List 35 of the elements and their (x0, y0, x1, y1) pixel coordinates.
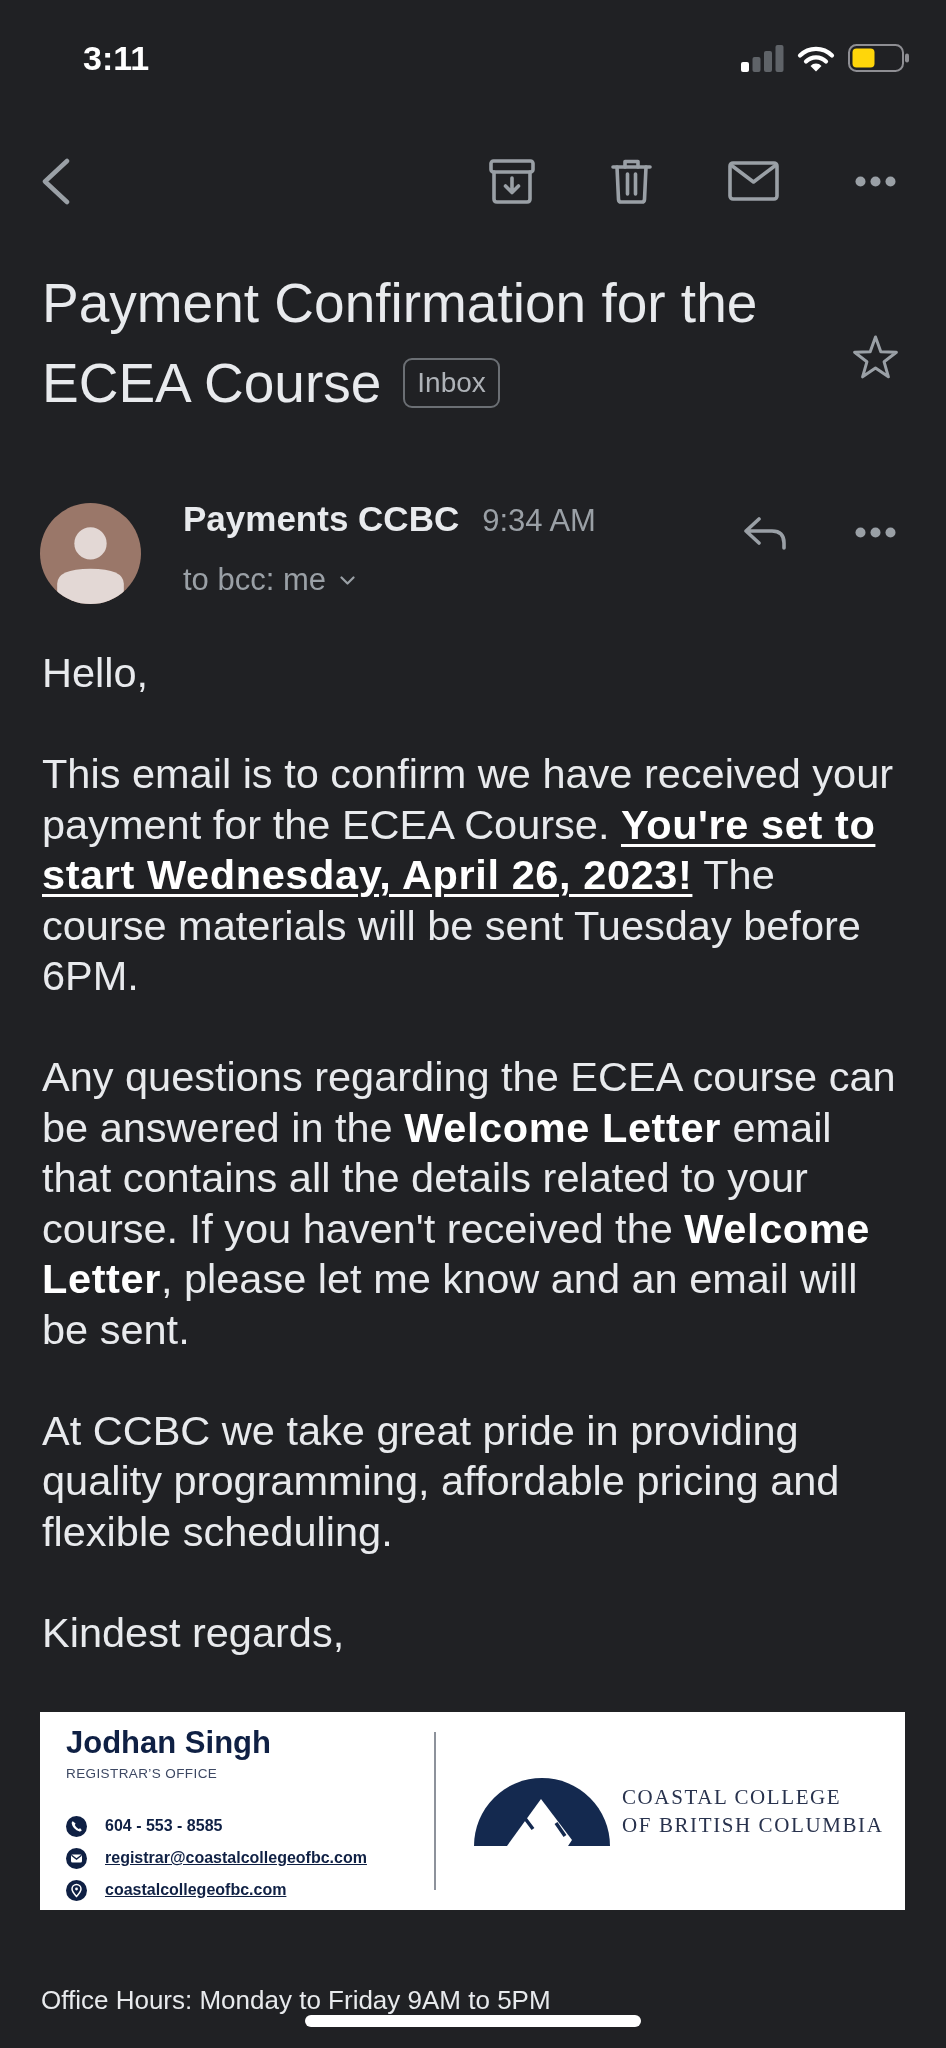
college-name: COASTAL COLLEGE OF BRITISH COLUMBIA (622, 1784, 884, 1839)
website-address: coastalcollegeofbc.com (105, 1880, 287, 1900)
back-icon[interactable] (41, 157, 70, 205)
status-time: 3:11 (83, 38, 150, 78)
signal-icon (741, 44, 784, 72)
body-text: This email is to confirm we have received your payment for the ECEA Course. You're set to start Wednesday, April 26, 2023! The course materials will be sent Tuesday before 6PM. (42, 749, 895, 1001)
email-subject: ECEA Course (42, 351, 382, 416)
wifi-icon (797, 44, 835, 72)
office-hours-text: Office Hours: Monday to Friday 9AM to 5PM (41, 1985, 551, 2015)
email-address: registrar@coastalcollegeofbc.com (105, 1848, 367, 1868)
phone-icon (66, 1815, 87, 1837)
body-text: Kindest regards, (42, 1607, 346, 1658)
office-title: REGISTRAR’S OFFICE (66, 1766, 218, 1782)
envelope-icon (66, 1847, 87, 1869)
battery-icon (848, 44, 910, 72)
more-icon[interactable] (855, 527, 896, 538)
sent-time: 9:34 AM (482, 502, 596, 540)
phone-number: 604 - 553 - 8585 (105, 1816, 223, 1836)
archive-icon[interactable] (489, 158, 535, 204)
more-icon[interactable] (855, 175, 896, 187)
location-pin-icon (66, 1879, 87, 1901)
star-icon[interactable] (851, 334, 900, 380)
inbox-label: Inbox (403, 358, 500, 408)
sender-name: Payments CCBC (183, 499, 460, 539)
reply-icon[interactable] (742, 516, 787, 551)
person-name: Jodhan Singh (66, 1725, 271, 1761)
recipients-text[interactable]: to bcc: me (183, 560, 326, 600)
trash-icon[interactable] (611, 158, 652, 204)
body-text: Hello, (42, 648, 150, 698)
mail-icon[interactable] (728, 161, 779, 201)
avatar-icon (40, 503, 141, 604)
email-subject: Payment Confirmation for the (42, 271, 758, 336)
caret-icon[interactable] (340, 575, 355, 585)
body-text: At CCBC we take great pride in providing quality programming, affordable pricing and flexible scheduling. (42, 1405, 841, 1557)
body-text: Any questions regarding the ECEA course can be answered in the Welcome Letter email that contains all the details related to your course. If you haven't received the Welcome Letter, please let me know and an email will be sent. (42, 1052, 897, 1355)
